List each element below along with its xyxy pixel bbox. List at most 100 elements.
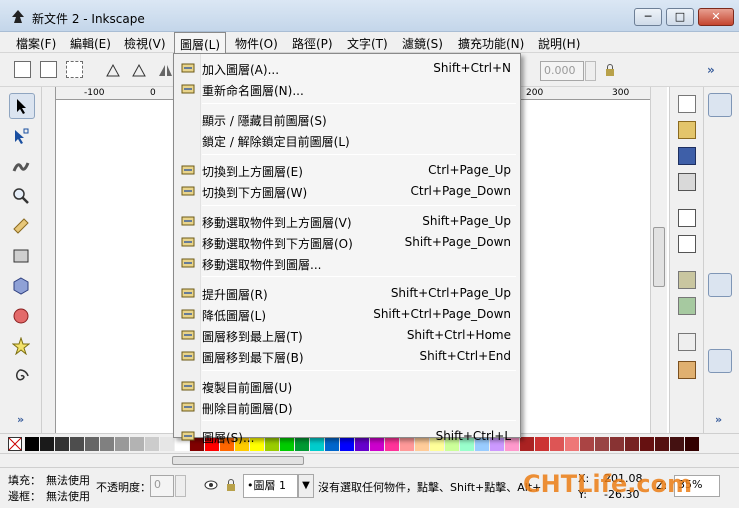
rectangle-tool[interactable] xyxy=(9,244,35,270)
layer-menu-item[interactable]: 移動選取物件到下方圖層(O) Shift+Page_Down xyxy=(174,232,520,253)
minimize-button[interactable]: ─ xyxy=(634,8,662,26)
no-paint-swatch[interactable] xyxy=(8,437,22,451)
color-swatch[interactable] xyxy=(625,437,639,451)
color-swatch[interactable] xyxy=(595,437,609,451)
layer-menu-item[interactable]: 複製目前圖層(U) xyxy=(174,376,520,397)
stroke-value[interactable]: 無法使用 xyxy=(46,488,90,504)
opacity-spinner[interactable] xyxy=(175,475,186,497)
copy-icon[interactable] xyxy=(678,333,696,351)
rotate-ccw-icon[interactable] xyxy=(104,61,122,79)
color-swatch[interactable] xyxy=(520,437,534,451)
eye-visibility-icon[interactable] xyxy=(204,479,218,491)
height-field[interactable]: 0.000 xyxy=(540,61,584,81)
snap-smooth-nodes-icon[interactable] xyxy=(708,349,732,373)
close-button[interactable]: ✕ xyxy=(698,8,734,26)
layer-menu-item[interactable]: 刪除目前圖層(D) xyxy=(174,397,520,418)
snap-bbox-midpoint-icon[interactable] xyxy=(708,213,732,237)
color-swatch[interactable] xyxy=(85,437,99,451)
color-swatch[interactable] xyxy=(160,437,174,451)
menu-file[interactable]: 檔案(F) xyxy=(16,35,56,52)
snap-bbox-edge-icon[interactable] xyxy=(708,153,732,177)
menu-view[interactable]: 檢視(V) xyxy=(124,35,166,52)
ellipse-tool[interactable] xyxy=(9,304,35,330)
spiral-tool[interactable] xyxy=(9,364,35,390)
snap-bbox-corner-icon[interactable] xyxy=(708,183,732,207)
snapbar-overflow-chevron[interactable]: » xyxy=(715,413,722,426)
tweak-tool[interactable] xyxy=(9,154,35,180)
menu-layer[interactable]: 圖層(L) xyxy=(174,32,227,53)
snap-bbox-icon[interactable] xyxy=(708,123,732,147)
layer-menu-item[interactable]: 移動選取物件到上方圖層(V) Shift+Page_Up xyxy=(174,211,520,232)
node-tool[interactable] xyxy=(9,124,35,150)
snap-nodes-icon[interactable] xyxy=(708,273,732,297)
star-tool[interactable] xyxy=(9,334,35,360)
import-icon[interactable] xyxy=(678,209,696,227)
select-all-icon[interactable] xyxy=(14,61,31,78)
chevron-down-icon[interactable]: ▼ xyxy=(298,474,314,498)
menu-filters[interactable]: 濾鏡(S) xyxy=(402,35,443,52)
layer-lock-icon[interactable] xyxy=(225,478,237,492)
color-swatch[interactable] xyxy=(535,437,549,451)
color-swatch[interactable] xyxy=(610,437,624,451)
layer-menu-item[interactable]: 圖層(S)... Shift+Ctrl+L xyxy=(174,426,520,447)
new-document-icon[interactable] xyxy=(678,95,696,113)
maximize-button[interactable]: □ xyxy=(666,8,694,26)
layer-menu-item[interactable]: 切換到上方圖層(E) Ctrl+Page_Up xyxy=(174,160,520,181)
vertical-scrollbar[interactable] xyxy=(650,87,667,433)
menu-path[interactable]: 路徑(P) xyxy=(292,35,333,52)
toolbox-overflow-chevron[interactable]: » xyxy=(17,413,24,426)
scrollbar-thumb[interactable] xyxy=(653,227,665,287)
height-spinner[interactable] xyxy=(585,61,596,81)
zoom-tool[interactable] xyxy=(9,184,35,210)
color-swatch[interactable] xyxy=(55,437,69,451)
snap-intersection-icon[interactable] xyxy=(708,323,732,347)
select-all-layers-icon[interactable] xyxy=(40,61,57,78)
snap-bbox-center-icon[interactable] xyxy=(708,243,732,267)
3d-box-tool[interactable] xyxy=(9,274,35,300)
menu-extensions[interactable]: 擴充功能(N) xyxy=(458,35,524,52)
layer-menu-item[interactable]: 降低圖層(L) Shift+Ctrl+Page_Down xyxy=(174,304,520,325)
save-icon[interactable] xyxy=(678,147,696,165)
layer-menu-item[interactable]: 加入圖層(A)... Shift+Ctrl+N xyxy=(174,58,520,79)
color-swatch[interactable] xyxy=(580,437,594,451)
menu-edit[interactable]: 編輯(E) xyxy=(70,35,111,52)
cut-icon[interactable] xyxy=(678,361,696,379)
menu-object[interactable]: 物件(O) xyxy=(235,35,278,52)
current-layer-select[interactable]: •圖層 1 xyxy=(243,474,298,498)
color-swatch[interactable] xyxy=(130,437,144,451)
measure-tool[interactable] xyxy=(9,214,35,240)
color-swatch[interactable] xyxy=(115,437,129,451)
horizontal-scrollbar[interactable] xyxy=(0,453,739,467)
layer-menu-item[interactable]: 提升圖層(R) Shift+Ctrl+Page_Up xyxy=(174,283,520,304)
color-swatch[interactable] xyxy=(100,437,114,451)
color-swatch[interactable] xyxy=(685,437,699,451)
fill-value[interactable]: 無法使用 xyxy=(46,472,90,488)
layer-menu-item[interactable]: 顯示 / 隱藏目前圖層(S) xyxy=(174,109,520,130)
color-swatch[interactable] xyxy=(550,437,564,451)
color-swatch[interactable] xyxy=(145,437,159,451)
opacity-field[interactable]: 0 xyxy=(150,475,174,497)
redo-icon[interactable] xyxy=(678,297,696,315)
undo-icon[interactable] xyxy=(678,271,696,289)
layer-menu-item[interactable]: 重新命名圖層(N)... xyxy=(174,79,520,100)
color-swatch[interactable] xyxy=(40,437,54,451)
color-swatch[interactable] xyxy=(70,437,84,451)
layer-menu-item[interactable]: 圖層移到最下層(B) Shift+Ctrl+End xyxy=(174,346,520,367)
flip-horizontal-icon[interactable] xyxy=(156,61,174,79)
rotate-cw-icon[interactable] xyxy=(130,61,148,79)
snap-toggle-icon[interactable] xyxy=(708,93,732,117)
color-swatch[interactable] xyxy=(25,437,39,451)
color-swatch[interactable] xyxy=(670,437,684,451)
menu-help[interactable]: 說明(H) xyxy=(538,35,580,52)
layer-menu-item[interactable]: 移動選取物件到圖層... xyxy=(174,253,520,274)
color-swatch[interactable] xyxy=(565,437,579,451)
menu-text[interactable]: 文字(T) xyxy=(347,35,388,52)
export-icon[interactable] xyxy=(678,235,696,253)
color-swatch[interactable] xyxy=(655,437,669,451)
print-icon[interactable] xyxy=(678,173,696,191)
color-swatch[interactable] xyxy=(640,437,654,451)
deselect-icon[interactable] xyxy=(66,61,83,78)
toolbar-overflow-chevron[interactable]: » xyxy=(707,63,715,77)
layer-menu-item[interactable]: 切換到下方圖層(W) Ctrl+Page_Down xyxy=(174,181,520,202)
lock-icon[interactable] xyxy=(604,63,616,77)
